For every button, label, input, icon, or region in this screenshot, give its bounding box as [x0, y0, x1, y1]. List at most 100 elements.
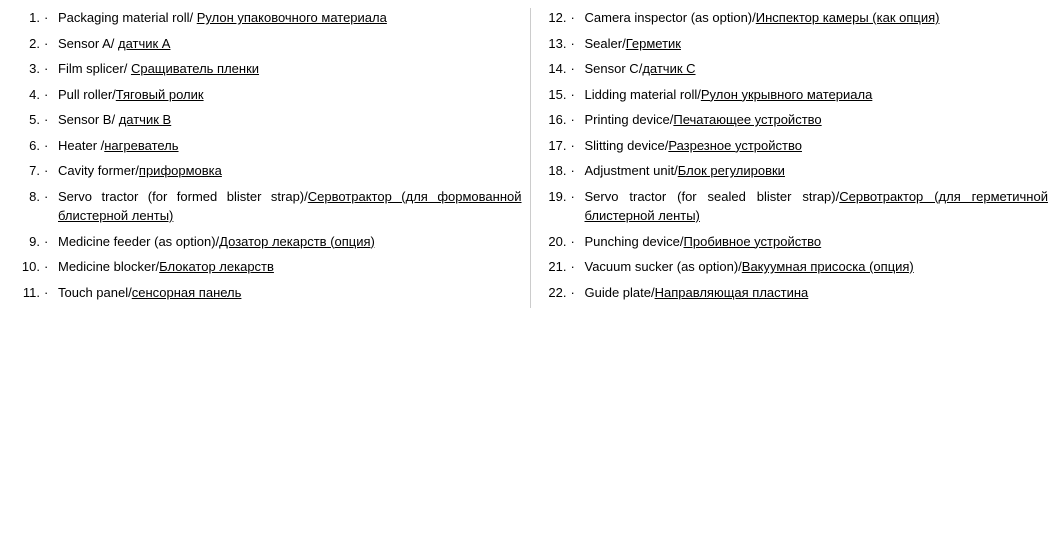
item-bullet: ·: [44, 8, 58, 28]
item-number: 14.: [539, 59, 571, 79]
item-number: 18.: [539, 161, 571, 181]
list-item: 1. · Packaging material roll/ Рулон упак…: [12, 8, 522, 28]
item-text-underline: нагреватель: [104, 138, 178, 153]
item-number: 2.: [12, 34, 44, 54]
item-bullet: ·: [571, 257, 585, 277]
item-bullet: ·: [571, 85, 585, 105]
item-bullet: ·: [44, 59, 58, 79]
item-bullet: ·: [571, 161, 585, 181]
list-item: 4. · Pull roller/Тяговый ролик: [12, 85, 522, 105]
item-bullet: ·: [571, 187, 585, 207]
item-text-underline: Инспектор камеры (как опция): [756, 10, 940, 25]
item-text-underline: Пробивное устройство: [684, 234, 822, 249]
item-content: Pull roller/Тяговый ролик: [58, 85, 522, 105]
list-item: 13. · Sealer/Герметик: [539, 34, 1049, 54]
item-bullet: ·: [44, 110, 58, 130]
list-item: 22. · Guide plate/Направляющая пластина: [539, 283, 1049, 303]
item-content: Vacuum sucker (as option)/Вакуумная прис…: [585, 257, 1049, 277]
item-number: 10.: [12, 257, 44, 277]
item-number: 16.: [539, 110, 571, 130]
item-number: 13.: [539, 34, 571, 54]
item-content: Adjustment unit/Блок регулировки: [585, 161, 1049, 181]
list-item: 18. · Adjustment unit/Блок регулировки: [539, 161, 1049, 181]
item-content: Printing device/Печатающее устройство: [585, 110, 1049, 130]
list-item: 2. · Sensor A/ датчик А: [12, 34, 522, 54]
item-text-underline: Блокатор лекарств: [159, 259, 274, 274]
column-2: 12. · Camera inspector (as option)/Инспе…: [531, 8, 1057, 308]
list-item: 17. · Slitting device/Разрезное устройст…: [539, 136, 1049, 156]
item-text-underline: Печатающее устройство: [673, 112, 821, 127]
item-bullet: ·: [571, 110, 585, 130]
item-bullet: ·: [44, 283, 58, 303]
item-bullet: ·: [571, 34, 585, 54]
item-number: 22.: [539, 283, 571, 303]
main-container: 1. · Packaging material roll/ Рулон упак…: [0, 0, 1060, 316]
item-content: Heater /нагреватель: [58, 136, 522, 156]
item-number: 8.: [12, 187, 44, 207]
item-number: 9.: [12, 232, 44, 252]
list-item: 12. · Camera inspector (as option)/Инспе…: [539, 8, 1049, 28]
list-item: 3. · Film splicer/ Сращиватель пленки: [12, 59, 522, 79]
item-content: Cavity former/приформовка: [58, 161, 522, 181]
item-text-underline: Рулон укрывного материала: [701, 87, 872, 102]
item-text-underline: Вакуумная присоска (опция): [742, 259, 914, 274]
item-content: Film splicer/ Сращиватель пленки: [58, 59, 522, 79]
item-number: 7.: [12, 161, 44, 181]
item-bullet: ·: [571, 283, 585, 303]
item-bullet: ·: [44, 136, 58, 156]
list-item: 19. · Servo tractor (for sealed blister …: [539, 187, 1049, 226]
item-text-underline: Блок регулировки: [678, 163, 785, 178]
item-text-underline: Направляющая пластина: [655, 285, 809, 300]
item-content: Guide plate/Направляющая пластина: [585, 283, 1049, 303]
item-bullet: ·: [44, 161, 58, 181]
item-number: 4.: [12, 85, 44, 105]
item-content: Packaging material roll/ Рулон упаковочн…: [58, 8, 522, 28]
item-number: 6.: [12, 136, 44, 156]
item-number: 1.: [12, 8, 44, 28]
list-item: 15. · Lidding material roll/Рулон укрывн…: [539, 85, 1049, 105]
item-text-underline: приформовка: [139, 163, 222, 178]
item-content: Sealer/Герметик: [585, 34, 1049, 54]
item-number: 3.: [12, 59, 44, 79]
list-item: 11. · Touch panel/сенсорная панель: [12, 283, 522, 303]
list-item: 21. · Vacuum sucker (as option)/Вакуумна…: [539, 257, 1049, 277]
item-bullet: ·: [44, 34, 58, 54]
item-content: Lidding material roll/Рулон укрывного ма…: [585, 85, 1049, 105]
item-text-underline: Тяговый ролик: [116, 87, 204, 102]
item-text-underline: датчик В: [119, 112, 172, 127]
item-content: Servo tractor (for sealed blister strap)…: [585, 187, 1049, 226]
item-bullet: ·: [44, 232, 58, 252]
item-text-underline: сенсорная панель: [132, 285, 242, 300]
list-item: 7. · Cavity former/приформовка: [12, 161, 522, 181]
item-bullet: ·: [571, 136, 585, 156]
item-text-underline: Разрезное устройство: [668, 138, 802, 153]
item-content: Sensor A/ датчик А: [58, 34, 522, 54]
item-content: Camera inspector (as option)/Инспектор к…: [585, 8, 1049, 28]
item-text-underline: Сращиватель пленки: [131, 61, 259, 76]
item-number: 5.: [12, 110, 44, 130]
item-bullet: ·: [571, 232, 585, 252]
item-number: 19.: [539, 187, 571, 207]
list-item: 16. · Printing device/Печатающее устройс…: [539, 110, 1049, 130]
item-number: 11.: [12, 283, 44, 303]
list-item: 20. · Punching device/Пробивное устройст…: [539, 232, 1049, 252]
item-bullet: ·: [44, 85, 58, 105]
item-text-underline: Сервотрактор (для герметичной блистерной…: [585, 189, 1048, 224]
item-number: 20.: [539, 232, 571, 252]
item-bullet: ·: [571, 59, 585, 79]
item-content: Servo tractor (for formed blister strap)…: [58, 187, 522, 226]
item-text-underline: Сервотрактор (для формованной блистерной…: [58, 189, 522, 224]
item-number: 12.: [539, 8, 571, 28]
item-bullet: ·: [44, 257, 58, 277]
item-text-underline: Герметик: [626, 36, 681, 51]
item-content: Sensor B/ датчик В: [58, 110, 522, 130]
item-bullet: ·: [44, 187, 58, 207]
list-item: 6. · Heater /нагреватель: [12, 136, 522, 156]
list-item: 14. · Sensor C/датчик С: [539, 59, 1049, 79]
item-content: Medicine blocker/Блокатор лекарств: [58, 257, 522, 277]
item-content: Touch panel/сенсорная панель: [58, 283, 522, 303]
item-number: 21.: [539, 257, 571, 277]
list-item: 9. · Medicine feeder (as option)/Дозатор…: [12, 232, 522, 252]
item-text-underline: Рулон упаковочного материала: [197, 10, 387, 25]
list-item: 5. · Sensor B/ датчик В: [12, 110, 522, 130]
